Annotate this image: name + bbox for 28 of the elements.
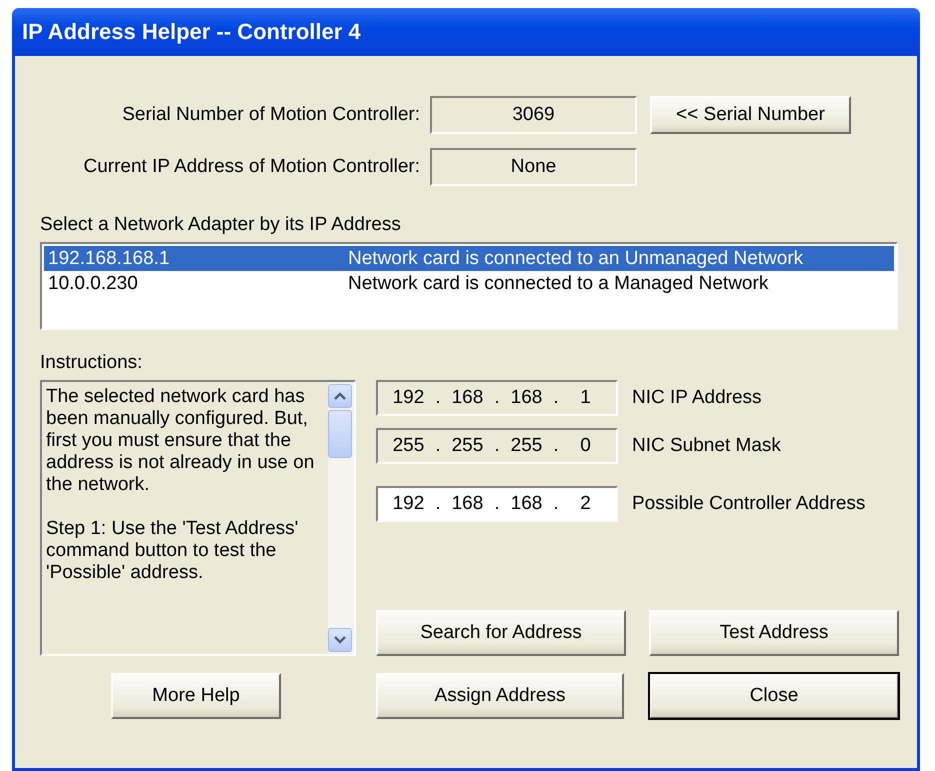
current-ip-field: None — [430, 148, 637, 186]
adapter-list-item[interactable]: 10.0.0.230 Network card is connected to a Managed Network — [44, 271, 894, 296]
ip-address-label: NIC Subnet Mask — [632, 435, 781, 457]
current-ip-label: Current IP Address of Motion Controller: — [82, 156, 420, 178]
dialog-button[interactable]: Close — [649, 673, 899, 719]
serial-field: 3069 — [430, 96, 637, 134]
adapter-list-item[interactable]: 192.168.168.1 Network card is connected to an Unmanaged Network — [44, 246, 894, 271]
action-button[interactable]: Test Address — [649, 610, 899, 656]
serial-label: Serial Number of Motion Controller: — [121, 104, 420, 126]
instructions-text: The selected network card has been manually configured. But, first you must ensure that the address is not already in use on the network. — [46, 386, 316, 496]
ip-address-label: Possible Controller Address — [632, 493, 866, 515]
scroll-up-icon — [334, 392, 346, 400]
instructions-text: Step 1: Use the 'Test Address' command button to test the 'Possible' address. — [46, 518, 300, 584]
scroll-down-icon — [334, 636, 346, 644]
adapter-list-label: Select a Network Adapter by its IP Address — [40, 214, 401, 235]
ip-address-field: 255 . 255 . 255 . 0 — [376, 428, 618, 464]
ip-address-field: 192 . 168 . 168 . 1 — [376, 380, 618, 416]
action-button[interactable]: Search for Address — [376, 610, 626, 656]
ip-address-label: NIC IP Address — [632, 387, 762, 409]
serial-number-button[interactable]: << Serial Number — [650, 96, 851, 134]
dialog-button[interactable]: Assign Address — [376, 673, 624, 719]
window-title: IP Address Helper -- Controller 4 — [12, 8, 920, 56]
scroll-thumb[interactable] — [328, 410, 352, 458]
scroll-down-button[interactable] — [328, 628, 352, 652]
scroll-up-button[interactable] — [328, 384, 352, 408]
ip-address-field[interactable]: 192 . 168 . 168 . 2 — [376, 486, 618, 522]
instructions-label: Instructions: — [40, 352, 142, 373]
dialog-button[interactable]: More Help — [111, 673, 281, 719]
